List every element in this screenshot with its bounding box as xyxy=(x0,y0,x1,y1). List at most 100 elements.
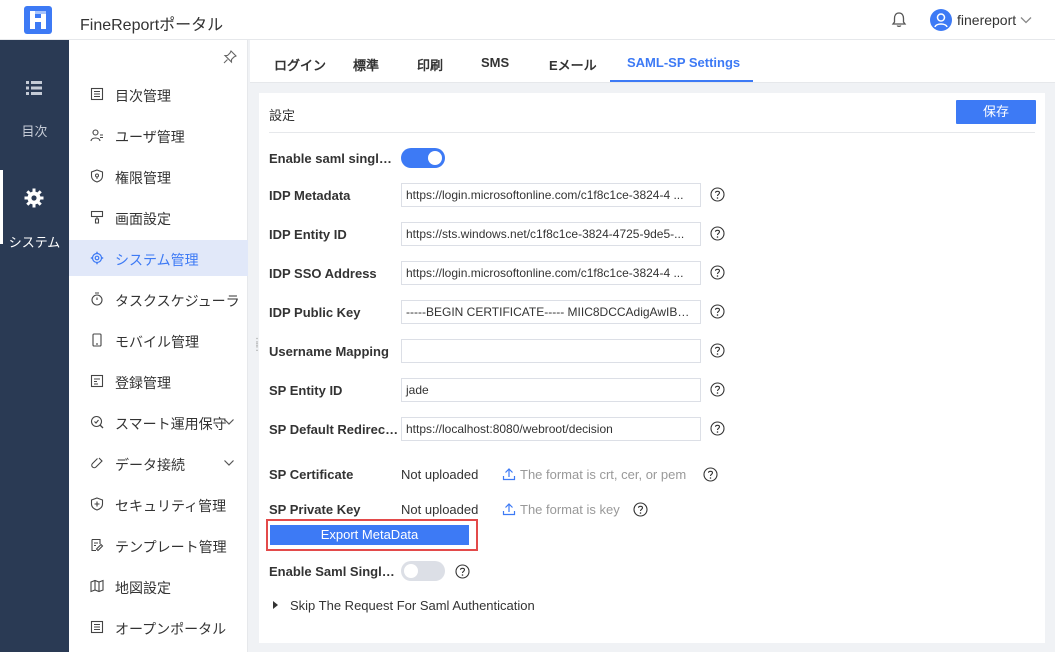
pin-icon[interactable] xyxy=(223,50,237,64)
sp-default-redirect-label: SP Default Redirect URL xyxy=(269,422,399,437)
sidebar-item-label: システム管理 xyxy=(115,252,199,268)
user-icon xyxy=(90,129,103,142)
sidebar-item-user-management[interactable]: ユーザ管理 xyxy=(69,117,248,153)
help-icon[interactable] xyxy=(633,502,648,517)
enable-saml-toggle[interactable] xyxy=(401,148,445,168)
skip-saml-request-expander[interactable]: Skip The Request For Saml Authentication xyxy=(290,598,535,613)
timer-icon xyxy=(91,292,103,306)
sp-default-redirect-input[interactable]: https://localhost:8080/webroot/decision xyxy=(401,417,701,441)
sidebar-item-open-portal[interactable]: オープンポータル xyxy=(69,609,248,645)
idp-entity-id-label: IDP Entity ID xyxy=(269,227,347,242)
chevron-down-icon[interactable] xyxy=(223,416,235,428)
idp-metadata-label: IDP Metadata xyxy=(269,188,351,203)
sidebar-item-label: タスクスケジューラ xyxy=(115,293,240,309)
tab-standard[interactable]: 標準 xyxy=(353,55,379,74)
paint-icon xyxy=(90,210,104,224)
rail-item-catalog[interactable]: 目次 xyxy=(0,78,69,168)
chevron-down-icon[interactable] xyxy=(1019,13,1033,27)
sp-private-key-upload-hint[interactable]: The format is key xyxy=(520,502,620,517)
sp-entity-id-label: SP Entity ID xyxy=(269,383,343,398)
resize-handle[interactable]: ⋮ ⋮ xyxy=(252,338,262,356)
idp-public-key-input[interactable]: -----BEGIN CERTIFICATE----- MIIC8DCCAdig… xyxy=(401,300,701,324)
help-icon[interactable] xyxy=(710,343,725,358)
active-tab-indicator xyxy=(610,80,753,82)
upload-icon[interactable] xyxy=(502,467,516,481)
gear-icon xyxy=(90,251,104,265)
help-icon[interactable] xyxy=(455,564,470,579)
sp-certificate-label: SP Certificate xyxy=(269,467,354,482)
rail-item-system[interactable]: システム xyxy=(0,170,69,278)
enable-saml-label: Enable saml single sign-on xyxy=(269,151,399,166)
sidebar-item-security-management[interactable]: セキュリティ管理 xyxy=(69,486,248,522)
tab-login[interactable]: ログイン xyxy=(274,55,326,74)
link-icon xyxy=(91,457,103,469)
security-icon xyxy=(90,497,104,511)
help-icon[interactable] xyxy=(710,421,725,436)
upload-icon[interactable] xyxy=(502,502,516,516)
sidebar-item-catalog-management[interactable]: 目次管理 xyxy=(69,76,248,112)
top-bar: FineReportポータル finereport xyxy=(0,0,1055,40)
sidebar-item-label: セキュリティ管理 xyxy=(115,498,227,514)
username[interactable]: finereport xyxy=(957,12,1016,28)
rail-item-label: 目次 xyxy=(21,124,48,139)
sidebar-item-registration-management[interactable]: 登録管理 xyxy=(69,363,248,399)
username-mapping-input[interactable] xyxy=(401,339,701,363)
tab-saml-sp-settings[interactable]: SAML-SP Settings xyxy=(627,55,740,70)
tab-email[interactable]: Eメール xyxy=(549,55,597,74)
sidebar-item-label: 権限管理 xyxy=(115,170,171,186)
idp-metadata-input[interactable]: https://login.microsoftonline.com/c1f8c1… xyxy=(401,183,701,207)
caret-right-icon[interactable] xyxy=(273,601,278,609)
finereport-logo[interactable] xyxy=(24,6,52,34)
help-icon[interactable] xyxy=(703,467,718,482)
sidebar-item-label: 登録管理 xyxy=(115,375,171,391)
sidebar-item-mobile-management[interactable]: モバイル管理 xyxy=(69,322,248,358)
chevron-down-icon[interactable] xyxy=(223,457,235,469)
idp-sso-address-label: IDP SSO Address xyxy=(269,266,377,281)
template-icon xyxy=(91,538,104,552)
help-icon[interactable] xyxy=(710,226,725,241)
user-avatar-icon[interactable] xyxy=(930,9,952,31)
bell-icon[interactable] xyxy=(890,11,908,29)
sidebar-item-label: モバイル管理 xyxy=(115,334,199,350)
rail-item-label: システム xyxy=(8,235,61,250)
portal-icon xyxy=(90,620,104,634)
enable-slo-toggle[interactable] xyxy=(401,561,445,581)
sidebar-item-label: 画面設定 xyxy=(115,211,171,227)
tab-sms[interactable]: SMS xyxy=(481,55,509,70)
settings-panel: 設定 保存 Enable saml single sign-on IDP Met… xyxy=(259,93,1045,643)
help-icon[interactable] xyxy=(710,304,725,319)
map-icon xyxy=(90,579,104,593)
export-metadata-button[interactable]: Export MetaData xyxy=(270,525,469,545)
sidebar-item-permission-management[interactable]: 権限管理 xyxy=(69,158,248,194)
smart-ops-icon xyxy=(90,415,104,429)
sidebar-item-label: データ接続 xyxy=(115,457,185,473)
shield-icon xyxy=(90,169,104,183)
toggle-knob xyxy=(404,564,418,578)
sp-certificate-upload-hint[interactable]: The format is crt, cer, or pem xyxy=(520,467,686,482)
settings-tabs: ログイン 標準 印刷 SMS Eメール SAML-SP Settings xyxy=(250,40,1055,83)
sidebar-item-template-management[interactable]: テンプレート管理 xyxy=(69,527,248,563)
sidebar-item-smart-ops[interactable]: スマート運用保守 xyxy=(69,404,248,440)
sidebar-item-task-scheduler[interactable]: タスクスケジューラ xyxy=(69,281,248,317)
username-mapping-label: Username Mapping xyxy=(269,344,389,359)
sidebar-item-label: ユーザ管理 xyxy=(115,129,185,145)
sidebar-item-label: テンプレート管理 xyxy=(115,539,227,555)
sidebar-item-label: オープンポータル xyxy=(115,621,227,637)
help-icon[interactable] xyxy=(710,382,725,397)
sidebar-item-label: スマート運用保守 xyxy=(115,416,227,432)
sidebar-item-map-settings[interactable]: 地図設定 xyxy=(69,568,248,604)
sp-entity-id-input[interactable]: jade xyxy=(401,378,701,402)
sp-certificate-status: Not uploaded xyxy=(401,467,479,482)
idp-entity-id-input[interactable]: https://sts.windows.net/c1f8c1ce-3824-47… xyxy=(401,222,701,246)
tab-print[interactable]: 印刷 xyxy=(417,55,443,74)
mobile-icon xyxy=(92,333,102,347)
register-icon xyxy=(90,374,104,388)
sidebar-item-system-management[interactable]: システム管理 xyxy=(69,240,248,276)
sidebar-item-screen-settings[interactable]: 画面設定 xyxy=(69,199,248,235)
idp-sso-address-input[interactable]: https://login.microsoftonline.com/c1f8c1… xyxy=(401,261,701,285)
app-title: FineReportポータル xyxy=(80,17,224,34)
help-icon[interactable] xyxy=(710,265,725,280)
help-icon[interactable] xyxy=(710,187,725,202)
save-button[interactable]: 保存 xyxy=(956,100,1036,124)
sidebar-item-data-connection[interactable]: データ接続 xyxy=(69,445,248,481)
